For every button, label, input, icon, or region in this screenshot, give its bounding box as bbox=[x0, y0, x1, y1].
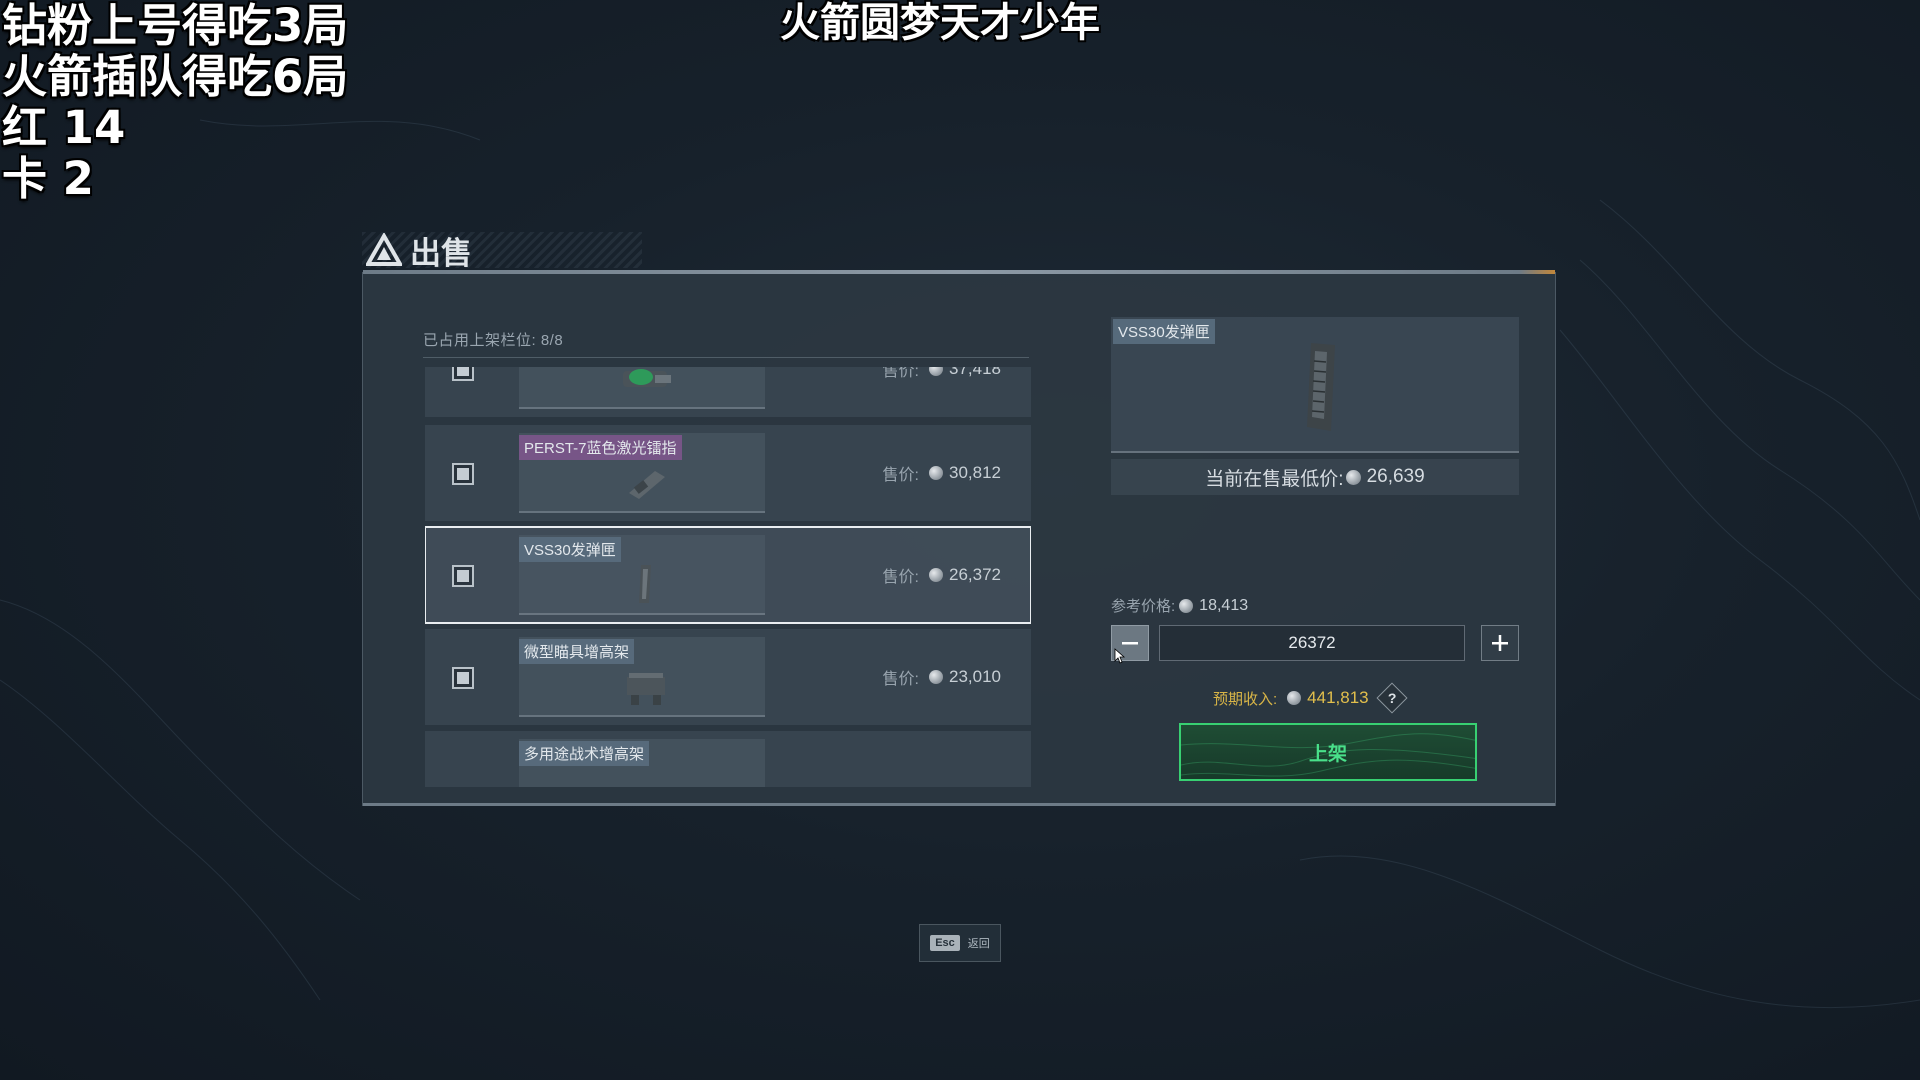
slots-used-label: 已占用上架栏位: 8/8 bbox=[423, 332, 564, 349]
price-value: 37,418 bbox=[949, 367, 1001, 378]
reference-price-value: 18,413 bbox=[1199, 596, 1249, 614]
price-label: 售价: bbox=[882, 367, 919, 380]
coin-icon bbox=[1179, 598, 1194, 613]
price-input[interactable] bbox=[1159, 625, 1465, 661]
listing-row-selected[interactable]: VSS30发弹匣 售价: 26,372 bbox=[425, 526, 1031, 624]
item-preview: VSS30发弹匣 bbox=[1111, 317, 1519, 453]
dialog-bottom-bar bbox=[363, 803, 1555, 806]
scope-icon bbox=[623, 369, 671, 387]
help-glyph: ? bbox=[1387, 690, 1396, 706]
price-label: 售价: bbox=[882, 467, 919, 484]
coin-icon bbox=[1345, 469, 1361, 485]
riser-mount-icon bbox=[627, 673, 665, 705]
back-label: 返回 bbox=[967, 938, 990, 950]
reference-price-label: 参考价格: bbox=[1111, 598, 1176, 615]
row-price: 售价: 30,812 bbox=[883, 461, 1001, 485]
stream-overlay-title: 火箭圆梦天才少年 bbox=[780, 0, 1100, 46]
price-value: 26,372 bbox=[949, 565, 1001, 584]
esc-key-badge: Esc bbox=[930, 935, 960, 951]
price-label: 售价: bbox=[882, 569, 919, 586]
row-price: 售价: 23,010 bbox=[883, 665, 1001, 689]
expected-income-value: 441,813 bbox=[1307, 688, 1369, 707]
row-checkbox[interactable] bbox=[452, 463, 474, 485]
list-button-label: 上架 bbox=[1308, 743, 1347, 765]
expected-income: 预期收入: 441,813 ? bbox=[1213, 682, 1408, 714]
overlay-line-3: 红 14 bbox=[2, 101, 126, 154]
plus-icon bbox=[1492, 635, 1508, 651]
row-price: 售价: 26,372 bbox=[883, 563, 1001, 587]
row-price: 售价: 37,418 bbox=[883, 367, 1001, 381]
row-checkbox[interactable] bbox=[452, 367, 474, 381]
dialog-title: 出售 bbox=[410, 235, 472, 272]
listing-row[interactable]: 售价: 37,418 bbox=[425, 367, 1031, 417]
item-card[interactable]: 多用途战术增高架 bbox=[519, 739, 765, 787]
expected-income-label: 预期收入: bbox=[1213, 690, 1278, 708]
price-value: 30,812 bbox=[949, 463, 1001, 482]
mouse-cursor-icon bbox=[1114, 648, 1126, 664]
price-value: 23,010 bbox=[949, 667, 1001, 686]
lowest-price-value: 26,639 bbox=[1366, 466, 1425, 487]
help-icon[interactable]: ? bbox=[1376, 682, 1408, 714]
increase-price-button[interactable] bbox=[1481, 625, 1519, 661]
dialog-top-bar bbox=[363, 270, 1555, 274]
coin-icon bbox=[929, 466, 943, 480]
laser-icon bbox=[629, 471, 665, 499]
item-name-tag: VSS30发弹匣 bbox=[519, 537, 621, 562]
coin-icon bbox=[929, 670, 943, 684]
row-checkbox[interactable] bbox=[452, 667, 474, 689]
item-card[interactable]: 微型瞄具增高架 bbox=[519, 637, 765, 717]
dialog-header: 出售 bbox=[362, 228, 642, 272]
back-hint[interactable]: Esc 返回 bbox=[919, 924, 1001, 962]
overlay-line-2: 火箭插队得吃6局 bbox=[2, 50, 349, 103]
slots-divider bbox=[423, 357, 1029, 358]
sell-dialog: 已占用上架栏位: 8/8 售价: 37,418 PERST-7蓝色激光镭指 售价… bbox=[362, 270, 1556, 806]
overlay-line-4: 卡 2 bbox=[2, 152, 94, 205]
magazine-icon bbox=[1307, 343, 1335, 431]
item-card[interactable] bbox=[519, 367, 765, 409]
header-stripes bbox=[362, 232, 642, 268]
lowest-price-bar: 当前在售最低价: 26,639 bbox=[1111, 459, 1519, 495]
price-label: 售价: bbox=[882, 671, 919, 688]
magazine-icon bbox=[639, 565, 651, 603]
overlay-line-1: 钻粉上号得吃3局 bbox=[2, 0, 349, 52]
lowest-price-label: 当前在售最低价: bbox=[1205, 468, 1344, 490]
coin-icon bbox=[929, 367, 943, 376]
listing-row[interactable]: 微型瞄具增高架 售价: 23,010 bbox=[425, 629, 1031, 725]
item-card[interactable]: VSS30发弹匣 bbox=[519, 535, 765, 615]
row-checkbox[interactable] bbox=[452, 565, 474, 587]
listing-row[interactable]: PERST-7蓝色激光镭指 售价: 30,812 bbox=[425, 425, 1031, 521]
item-name-tag: 多用途战术增高架 bbox=[519, 741, 650, 766]
stream-overlay-stats: 钻粉上号得吃3局 火箭插队得吃6局 红 14 卡 2 bbox=[2, 0, 348, 204]
sell-triangle-icon bbox=[366, 233, 402, 266]
price-stepper bbox=[1111, 623, 1519, 663]
listing-list[interactable]: 售价: 37,418 PERST-7蓝色激光镭指 售价: 30,812 VSS3… bbox=[425, 367, 1031, 787]
list-for-sale-button[interactable]: 上架 bbox=[1179, 723, 1477, 781]
preview-item-name: VSS30发弹匣 bbox=[1113, 319, 1215, 344]
item-card[interactable]: PERST-7蓝色激光镭指 bbox=[519, 433, 765, 513]
coin-icon bbox=[1287, 691, 1302, 705]
coin-icon bbox=[929, 568, 943, 582]
reference-price: 参考价格: 18,413 bbox=[1111, 595, 1248, 616]
listing-row[interactable]: 多用途战术增高架 bbox=[425, 731, 1031, 787]
